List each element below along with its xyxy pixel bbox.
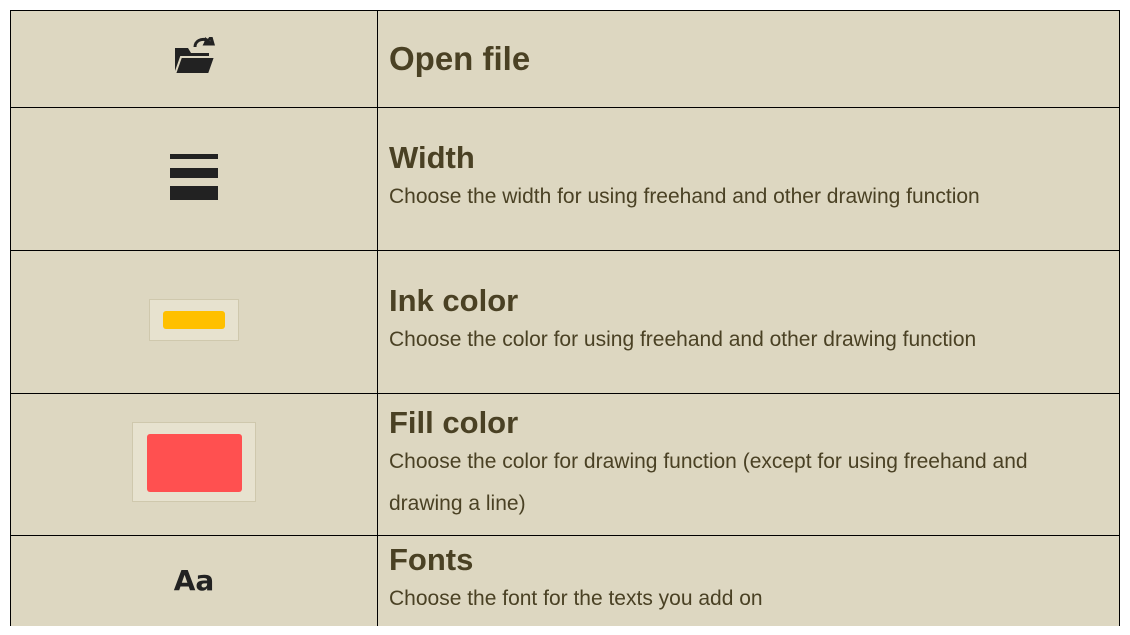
table-row-ink-color: Ink color Choose the color for using fre… (10, 250, 1120, 394)
row-title: Fill color (389, 404, 519, 440)
ink-color-chip (163, 310, 225, 329)
line-width-icon (170, 153, 218, 205)
row-description: Choose the color for using freehand and … (389, 328, 977, 351)
document-page: Open file Width Choose the width for usi… (0, 0, 1130, 635)
icon-cell (10, 107, 378, 251)
icon-cell: Aa (10, 535, 378, 626)
row-title: Fonts (389, 541, 474, 577)
table-row-open-file: Open file (10, 10, 1120, 108)
text-cell: Width Choose the width for using freehan… (377, 107, 1120, 251)
fill-color-chip (147, 434, 242, 492)
row-description: Choose the width for using freehand and … (389, 185, 980, 208)
table-row-fonts: Aa Fonts Choose the font for the texts y… (10, 535, 1120, 626)
row-title: Width (389, 140, 475, 175)
icon-cell (10, 393, 378, 536)
row-title: Open file (389, 40, 531, 77)
text-cell: Fonts Choose the font for the texts you … (377, 535, 1120, 626)
text-cell: Open file (377, 10, 1120, 108)
open-folder-icon (171, 32, 217, 82)
text-cell: Fill color Choose the color for drawing … (377, 393, 1120, 536)
row-description: Choose the color for drawing function (e… (389, 449, 1028, 515)
table-row-fill-color: Fill color Choose the color for drawing … (10, 393, 1120, 536)
feature-table: Open file Width Choose the width for usi… (10, 10, 1120, 626)
ink-color-swatch-icon (149, 298, 239, 341)
icon-cell (10, 250, 378, 394)
icon-cell (10, 10, 378, 108)
row-description: Choose the font for the texts you add on (389, 586, 763, 610)
table-row-width: Width Choose the width for using freehan… (10, 107, 1120, 251)
row-title: Ink color (389, 283, 519, 318)
fill-color-swatch-icon (132, 422, 256, 502)
fonts-icon: Aa (173, 564, 215, 598)
text-cell: Ink color Choose the color for using fre… (377, 250, 1120, 394)
